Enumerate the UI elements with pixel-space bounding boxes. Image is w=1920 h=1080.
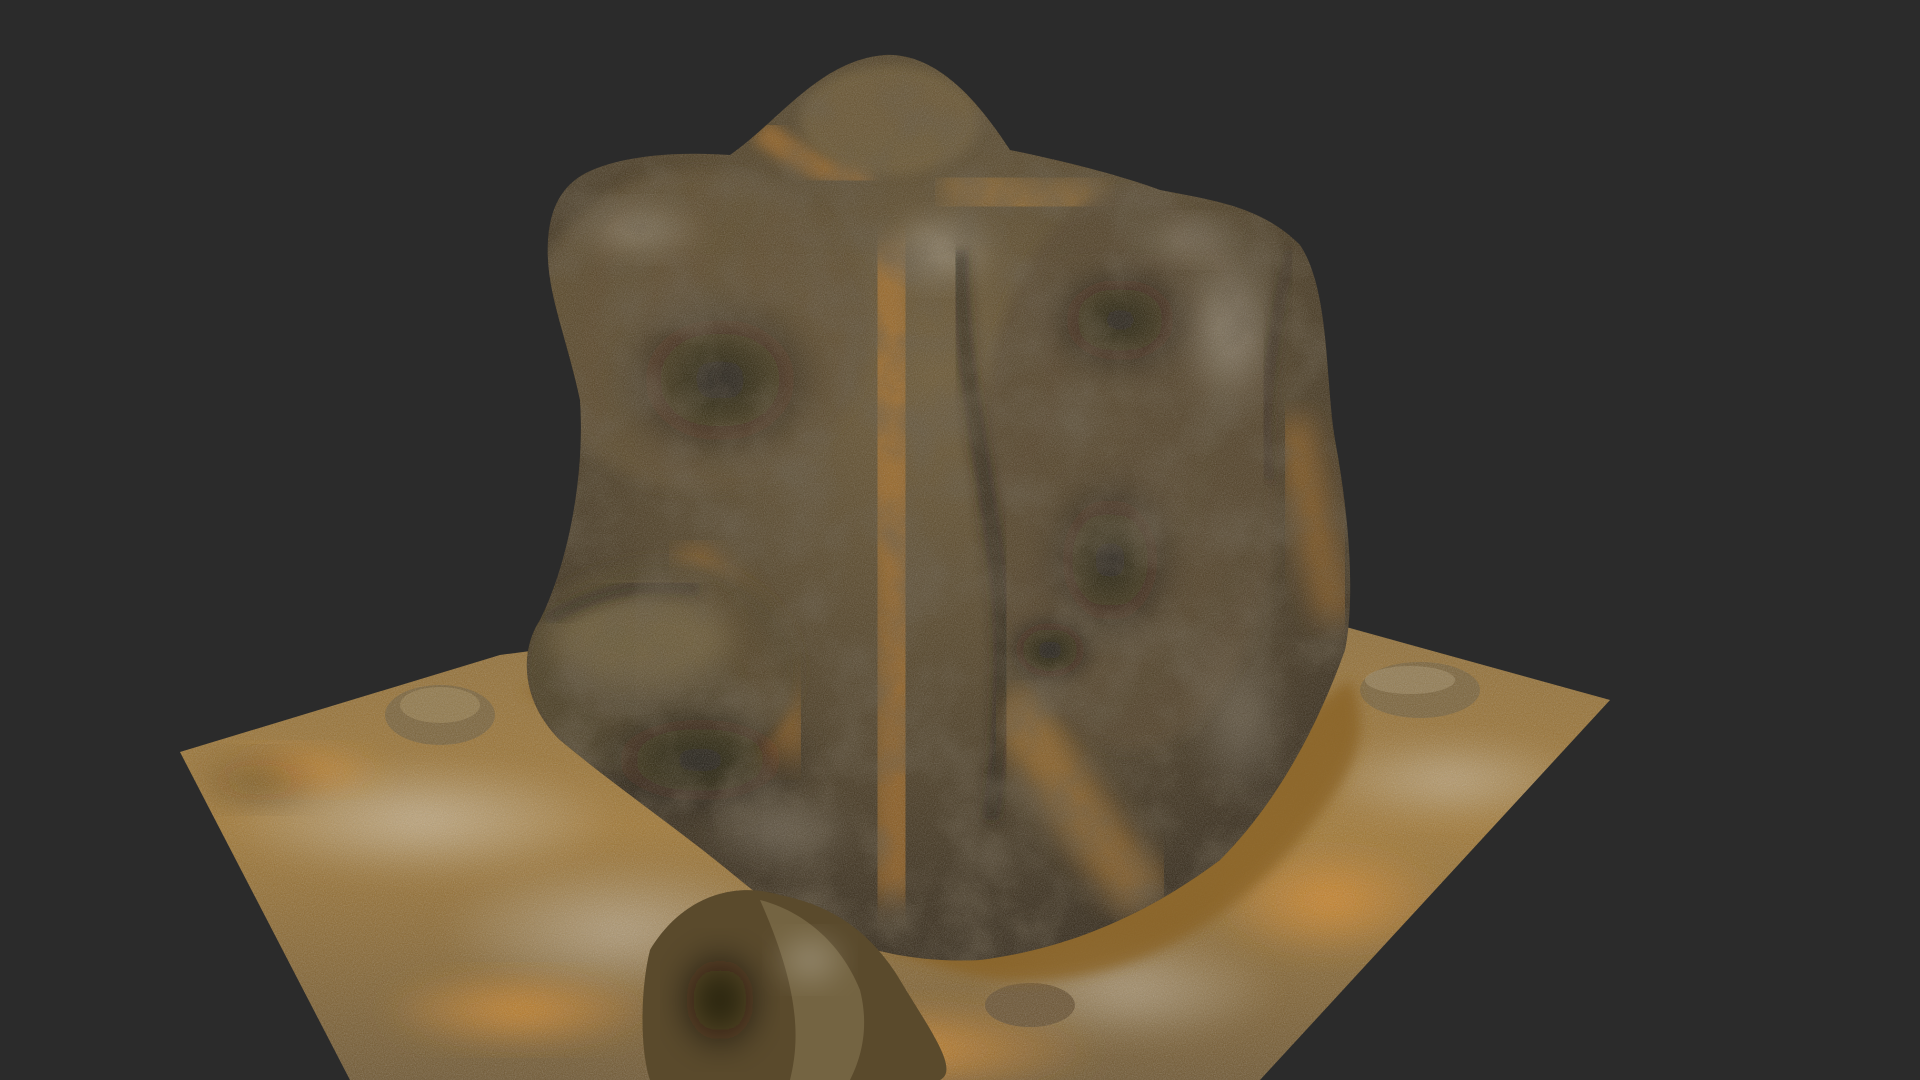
rock-model-render (0, 0, 1920, 1080)
viewport-3d[interactable] (0, 0, 1920, 1080)
